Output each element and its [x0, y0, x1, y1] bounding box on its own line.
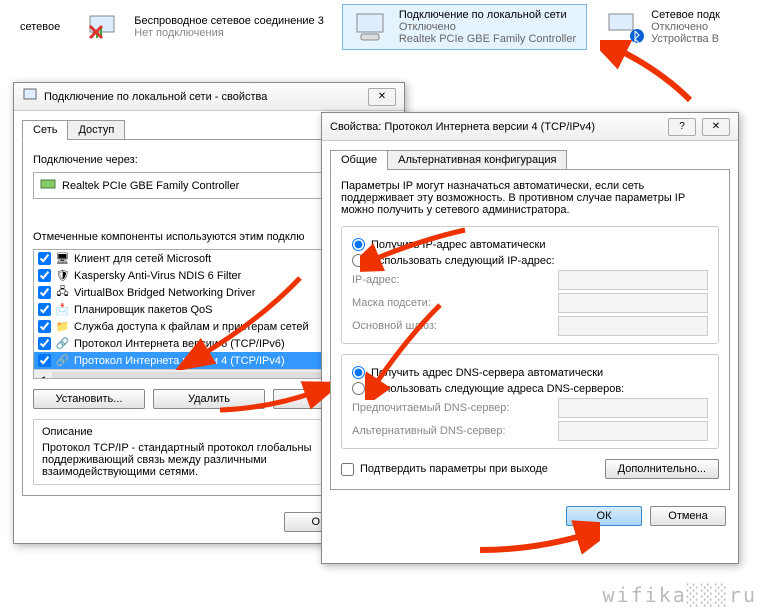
mask-label: Маска подсети: — [352, 297, 431, 309]
help-button[interactable]: ? — [668, 118, 696, 136]
item-check[interactable] — [38, 303, 51, 316]
ip-label: IP-адрес: — [352, 274, 399, 286]
dns2-label: Альтернативный DNS-сервер: — [352, 425, 506, 437]
gateway-label: Основной шлюз: — [352, 320, 437, 332]
conn-title: Беспроводное сетевое соединение 3 — [134, 15, 324, 27]
adapter-name: Realtek PCIe GBE Family Controller — [62, 180, 239, 192]
protocol-icon: 🔗 — [55, 353, 70, 368]
connection-wifi[interactable]: Беспроводное сетевое соединение 3 Нет по… — [78, 4, 334, 50]
dns2-input — [558, 421, 708, 441]
item-label: Клиент для сетей Microsoft — [74, 253, 211, 265]
label: сетевое — [20, 21, 60, 33]
service-icon: 📁 — [55, 319, 70, 334]
tab-panel: Параметры IP могут назначаться автоматич… — [330, 169, 730, 490]
client-icon: 🖥 — [55, 251, 70, 266]
dns1-label: Предпочитаемый DNS-сервер: — [352, 402, 509, 414]
conn-status: Отключено — [399, 21, 576, 33]
network-connections-row: сетевое Беспроводное сетевое соединение … — [0, 0, 763, 54]
remove-button[interactable]: Удалить — [153, 389, 265, 409]
confirm-label: Подтвердить параметры при выходе — [360, 463, 548, 475]
network-adapter-icon — [22, 87, 38, 106]
wifi-icon — [88, 9, 128, 45]
item-label: VirtualBox Bridged Networking Driver — [74, 287, 255, 299]
radio-label: Получить адрес DNS-сервера автоматически — [371, 367, 603, 379]
ok-button[interactable]: ОК — [566, 506, 642, 526]
connection-lan[interactable]: Подключение по локальной сети Отключено … — [342, 4, 587, 50]
ip-group: Получить IP-адрес автоматически Использо… — [341, 226, 719, 344]
conn-status: Отключено — [651, 21, 720, 33]
window-title: Свойства: Протокол Интернета версии 4 (T… — [330, 121, 662, 133]
connection-bt[interactable]: Сетевое подк Отключено Устройства B — [595, 4, 730, 50]
dns-group: Получить адрес DNS-сервера автоматически… — [341, 354, 719, 449]
radio-label: Получить IP-адрес автоматически — [371, 239, 545, 251]
service-icon: 🛡 — [55, 268, 70, 283]
titlebar: Свойства: Протокол Интернета версии 4 (T… — [322, 113, 738, 141]
gateway-input — [558, 316, 708, 336]
item-label: Служба доступа к файлам и принтерам сете… — [74, 321, 309, 333]
protocol-icon: 🔗 — [55, 336, 70, 351]
tab-alternate[interactable]: Альтернативная конфигурация — [387, 150, 567, 170]
dns1-input — [558, 398, 708, 418]
close-button[interactable]: ✕ — [702, 118, 730, 136]
connection-tile-template: сетевое — [10, 4, 70, 50]
conn-device: Realtek PCIe GBE Family Controller — [399, 33, 576, 45]
item-label: Планировщик пакетов QoS — [74, 304, 213, 316]
radio-auto-dns[interactable] — [352, 366, 365, 379]
conn-title: Сетевое подк — [651, 9, 720, 21]
close-button[interactable]: ✕ — [368, 88, 396, 106]
cancel-button[interactable]: Отмена — [650, 506, 726, 526]
item-check[interactable] — [38, 337, 51, 350]
watermark: wifika░░░ru — [603, 583, 757, 607]
tab-network[interactable]: Сеть — [22, 120, 68, 140]
window-title: Подключение по локальной сети - свойства — [44, 91, 362, 103]
radio-auto-ip[interactable] — [352, 238, 365, 251]
radio-label: Использовать следующий IP-адрес: — [371, 255, 555, 267]
lan-icon — [353, 9, 393, 45]
tab-access[interactable]: Доступ — [67, 120, 125, 140]
confirm-checkbox-row[interactable]: Подтвердить параметры при выходе — [341, 463, 548, 476]
item-check[interactable] — [38, 354, 51, 367]
radio-label: Использовать следующие адреса DNS-сервер… — [371, 383, 624, 395]
tabs: Общие Альтернативная конфигурация — [330, 149, 730, 169]
titlebar: Подключение по локальной сети - свойства… — [14, 83, 404, 111]
item-check[interactable] — [38, 320, 51, 333]
radio-static-ip[interactable] — [352, 254, 365, 267]
radio-static-dns[interactable] — [352, 382, 365, 395]
window-ipv4-properties: Свойства: Протокол Интернета версии 4 (T… — [321, 112, 739, 564]
item-check[interactable] — [38, 252, 51, 265]
item-check[interactable] — [38, 286, 51, 299]
service-icon: 📩 — [55, 302, 70, 317]
service-icon: 🖧 — [55, 285, 70, 300]
conn-device: Устройства B — [651, 33, 720, 45]
dialog-buttons: ОК Отмена — [322, 498, 738, 536]
conn-title: Подключение по локальной сети — [399, 9, 576, 21]
item-label: Протокол Интернета версии 4 (TCP/IPv4) — [74, 355, 285, 367]
item-label: Kaspersky Anti-Virus NDIS 6 Filter — [74, 270, 241, 282]
item-label: Протокол Интернета версии 6 (TCP/IPv6) — [74, 338, 285, 350]
nic-icon — [40, 177, 56, 194]
intro-text: Параметры IP могут назначаться автоматич… — [341, 180, 719, 216]
advanced-button[interactable]: Дополнительно... — [605, 459, 719, 479]
bluetooth-icon — [605, 9, 645, 45]
item-check[interactable] — [38, 269, 51, 282]
ip-input — [558, 270, 708, 290]
tab-general[interactable]: Общие — [330, 150, 388, 170]
confirm-checkbox[interactable] — [341, 463, 354, 476]
conn-status: Нет подключения — [134, 27, 324, 39]
mask-input — [558, 293, 708, 313]
install-button[interactable]: Установить... — [33, 389, 145, 409]
